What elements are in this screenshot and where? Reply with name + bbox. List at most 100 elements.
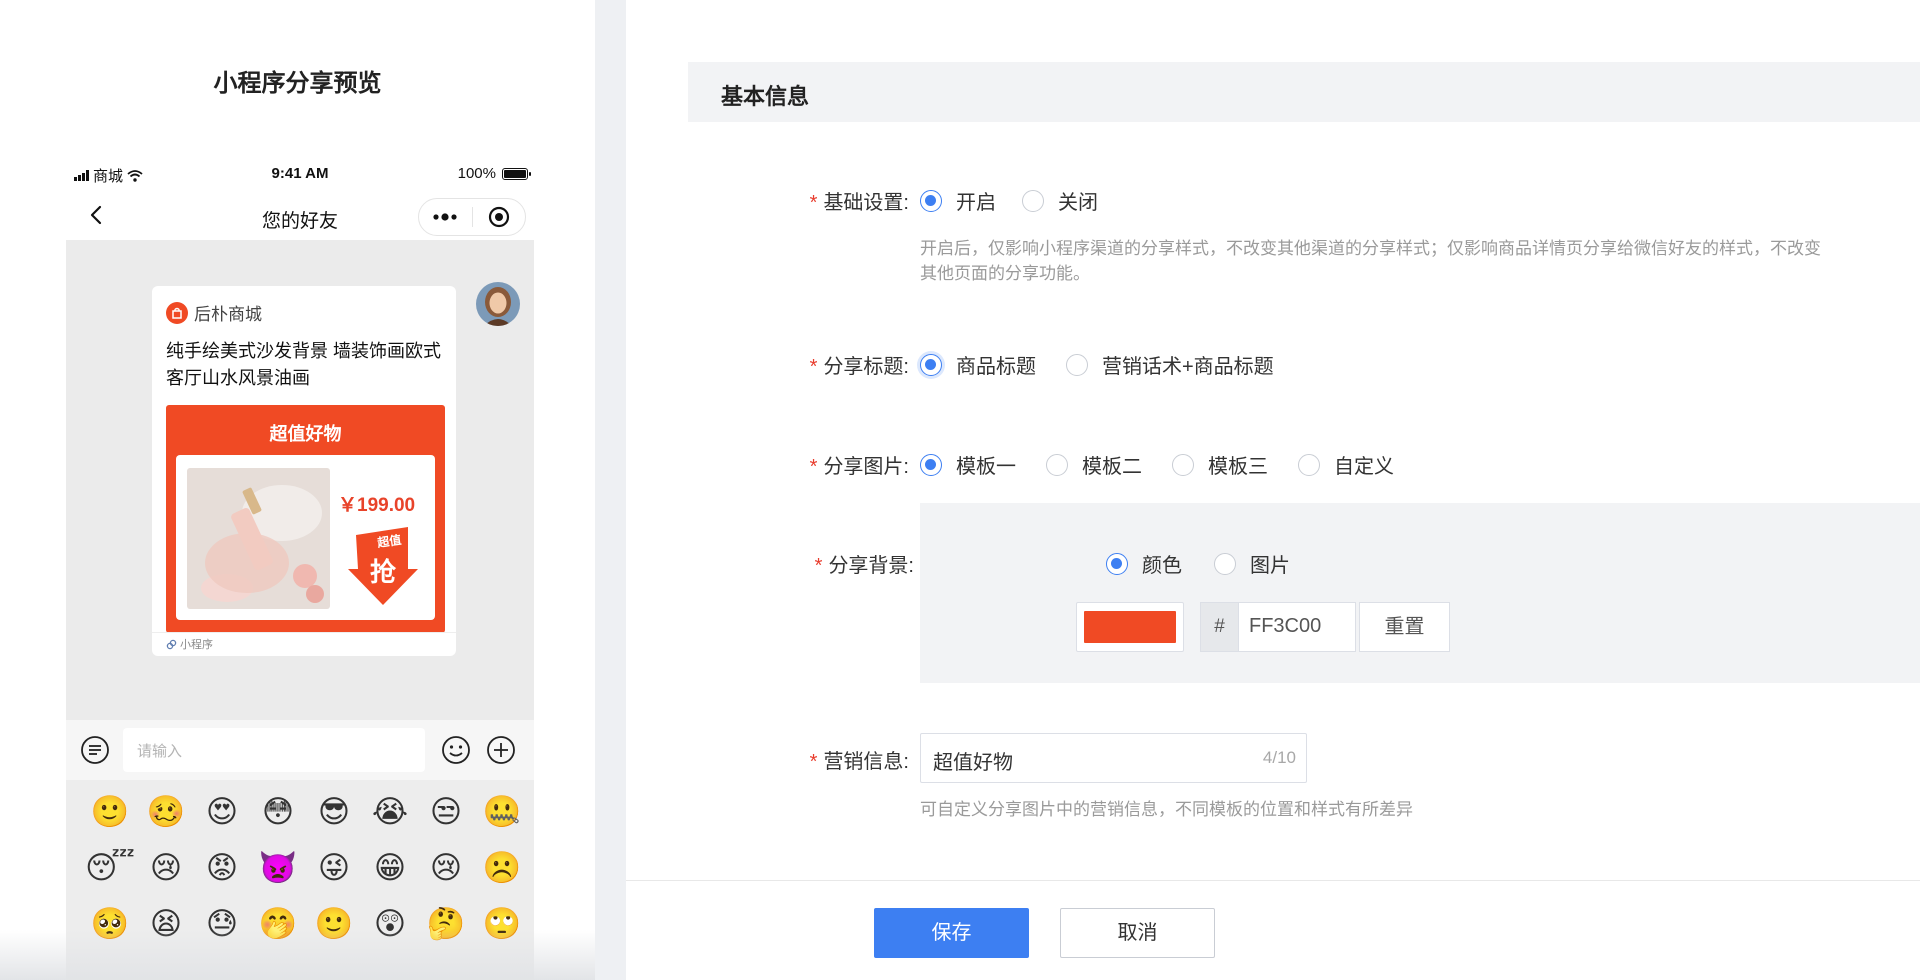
radio-dot — [1106, 552, 1128, 575]
share-background-label-text: 分享背景: — [828, 555, 914, 577]
required-mark: * — [809, 751, 818, 773]
plus-icon[interactable] — [486, 735, 516, 765]
section-title: 基本信息 — [688, 62, 1920, 122]
marketing-info-hint: 可自定义分享图片中的营销信息，不同模板的位置和样式有所差异 — [920, 800, 1413, 819]
shop-name: 后朴商城 — [194, 305, 262, 324]
hint-line: 其他页面的分享功能。 — [920, 264, 1090, 283]
share-background-radio-group: 颜色 图片 — [1106, 549, 1316, 578]
radio-label: 商品标题 — [956, 356, 1036, 378]
radio-dot — [1298, 453, 1320, 476]
svg-text:抢: 抢 — [370, 557, 397, 588]
emoji-item[interactable]: 👿 — [250, 850, 306, 886]
emoji-item[interactable]: 😁 — [362, 850, 418, 886]
radio-label: 自定义 — [1334, 456, 1394, 478]
save-button[interactable]: 保存 — [874, 908, 1029, 958]
target-circle-icon — [488, 206, 509, 228]
emoji-item[interactable]: 😒 — [418, 794, 474, 830]
emoji-item[interactable]: 😜 — [306, 850, 362, 886]
emoji-item[interactable]: 😴 — [82, 850, 138, 886]
emoji-item[interactable]: 😢 — [418, 850, 474, 886]
radio-label: 模板三 — [1208, 456, 1268, 478]
share-title-label: * 分享标题: — [709, 350, 909, 379]
hex-color-input[interactable]: FF3C00 — [1238, 602, 1356, 652]
keyboard-toggle-icon[interactable] — [80, 735, 110, 765]
miniprogram-label: 小程序 — [180, 639, 213, 651]
close-miniprogram-button[interactable] — [473, 199, 526, 235]
share-image-label: * 分享图片: — [709, 450, 909, 479]
emoji-item[interactable]: ☹️ — [474, 850, 530, 886]
char-count: 4/10 — [1262, 748, 1296, 767]
product-image — [187, 468, 330, 609]
poster-title: 超值好物 — [269, 424, 342, 444]
share-image-radio-template1[interactable]: 模板一 — [920, 450, 1016, 479]
radio-label: 关闭 — [1058, 192, 1098, 214]
marketing-info-value: 超值好物 — [933, 752, 1013, 774]
shop-logo-icon — [166, 301, 188, 324]
avatar-portrait-icon — [476, 282, 520, 326]
emoji-toggle-icon[interactable] — [441, 735, 471, 765]
emoji-item[interactable]: 🥴 — [138, 794, 194, 830]
required-mark: * — [814, 555, 823, 577]
card-divider — [152, 632, 456, 633]
user-avatar — [476, 282, 520, 326]
share-image-radio-template2[interactable]: 模板二 — [1046, 450, 1142, 479]
share-image-radio-custom[interactable]: 自定义 — [1298, 450, 1394, 479]
share-title-radio-group: 商品标题 营销话术+商品标题 — [920, 350, 1300, 379]
required-mark: * — [809, 356, 818, 378]
emoji-item[interactable]: 😳 — [250, 794, 306, 830]
miniprogram-link-icon — [166, 639, 177, 649]
app-root: 小程序分享预览 商城 9:41 AM 100% 您的好友 后朴商城 纯手绘美式沙… — [0, 0, 1920, 980]
share-background-label: * 分享背景: — [754, 549, 914, 578]
basic-radio-on[interactable]: 开启 — [920, 186, 996, 215]
share-title-radio-product[interactable]: 商品标题 — [920, 350, 1036, 379]
basic-radio-off[interactable]: 关闭 — [1022, 186, 1098, 215]
hint-line: 开启后，仅影响小程序渠道的分享样式，不改变其他渠道的分享样式；仅影响商品详情页分… — [920, 239, 1821, 258]
cancel-button[interactable]: 取消 — [1060, 908, 1215, 958]
chat-input[interactable]: 请输入 — [123, 728, 425, 772]
chat-input-bar: 请输入 — [66, 720, 534, 780]
panel-fade — [0, 930, 595, 980]
battery-percent: 100% — [457, 165, 496, 182]
share-image-radio-template3[interactable]: 模板三 — [1172, 450, 1268, 479]
share-image-radio-group: 模板一 模板二 模板三 自定义 — [920, 450, 1420, 479]
radio-label: 模板二 — [1082, 456, 1142, 478]
share-title-radio-marketing[interactable]: 营销话术+商品标题 — [1066, 350, 1274, 379]
preview-title: 小程序分享预览 — [213, 70, 382, 97]
basic-setting-radio-group: 开启 关闭 — [920, 186, 1124, 215]
share-background-radio-image[interactable]: 图片 — [1214, 549, 1290, 578]
more-button[interactable] — [419, 199, 472, 235]
emoji-item[interactable]: 😎 — [306, 794, 362, 830]
card-footer: 小程序 — [166, 636, 213, 652]
battery-icon — [502, 167, 531, 180]
color-swatch[interactable] — [1076, 602, 1184, 652]
settings-form-panel: 基本信息 * 基础设置: 开启 关闭 开启后，仅影响小程序渠道的分享样式，不改变其… — [626, 0, 1920, 980]
reset-color-button[interactable]: 重置 — [1359, 602, 1450, 652]
grab-badge: 超值 抢 — [348, 523, 418, 605]
basic-setting-label-text: 基础设置: — [823, 192, 909, 214]
emoji-item[interactable]: 😡 — [194, 850, 250, 886]
share-background-radio-color[interactable]: 颜色 — [1106, 549, 1182, 578]
status-bar: 商城 9:41 AM 100% — [66, 154, 534, 192]
emoji-item[interactable]: 😢 — [138, 850, 194, 886]
share-title-label-text: 分享标题: — [823, 356, 909, 378]
marketing-info-input[interactable]: 超值好物 4/10 — [920, 733, 1307, 783]
emoji-item[interactable]: 😭 — [362, 794, 418, 830]
required-mark: * — [809, 192, 818, 214]
share-poster: 超值好物 ￥199.00 超值 抢 — [166, 405, 445, 633]
share-card[interactable]: 后朴商城 纯手绘美式沙发背景 墙装饰画欧式客厅山水风景油画 超值好物 ￥199.… — [152, 286, 456, 656]
emoji-item[interactable]: 🤐 — [474, 794, 530, 830]
share-preview-panel: 小程序分享预览 商城 9:41 AM 100% 您的好友 后朴商城 纯手绘美式沙… — [0, 0, 595, 980]
radio-dot — [1046, 453, 1068, 476]
radio-dot — [1066, 353, 1088, 376]
radio-dot — [920, 453, 942, 476]
emoji-item[interactable]: 🙂 — [82, 794, 138, 830]
radio-label: 颜色 — [1142, 555, 1182, 577]
phone-mockup: 商城 9:41 AM 100% 您的好友 后朴商城 纯手绘美式沙发背景 墙装饰画… — [66, 154, 534, 980]
radio-label: 营销话术+商品标题 — [1102, 356, 1274, 378]
emoji-item[interactable]: 😍 — [194, 794, 250, 830]
radio-dot — [920, 189, 942, 212]
hex-color-group: # FF3C00 重置 — [1200, 602, 1450, 652]
product-price: ￥199.00 — [338, 495, 416, 516]
radio-dot — [1214, 552, 1236, 575]
poster-content: ￥199.00 超值 抢 — [176, 455, 435, 620]
